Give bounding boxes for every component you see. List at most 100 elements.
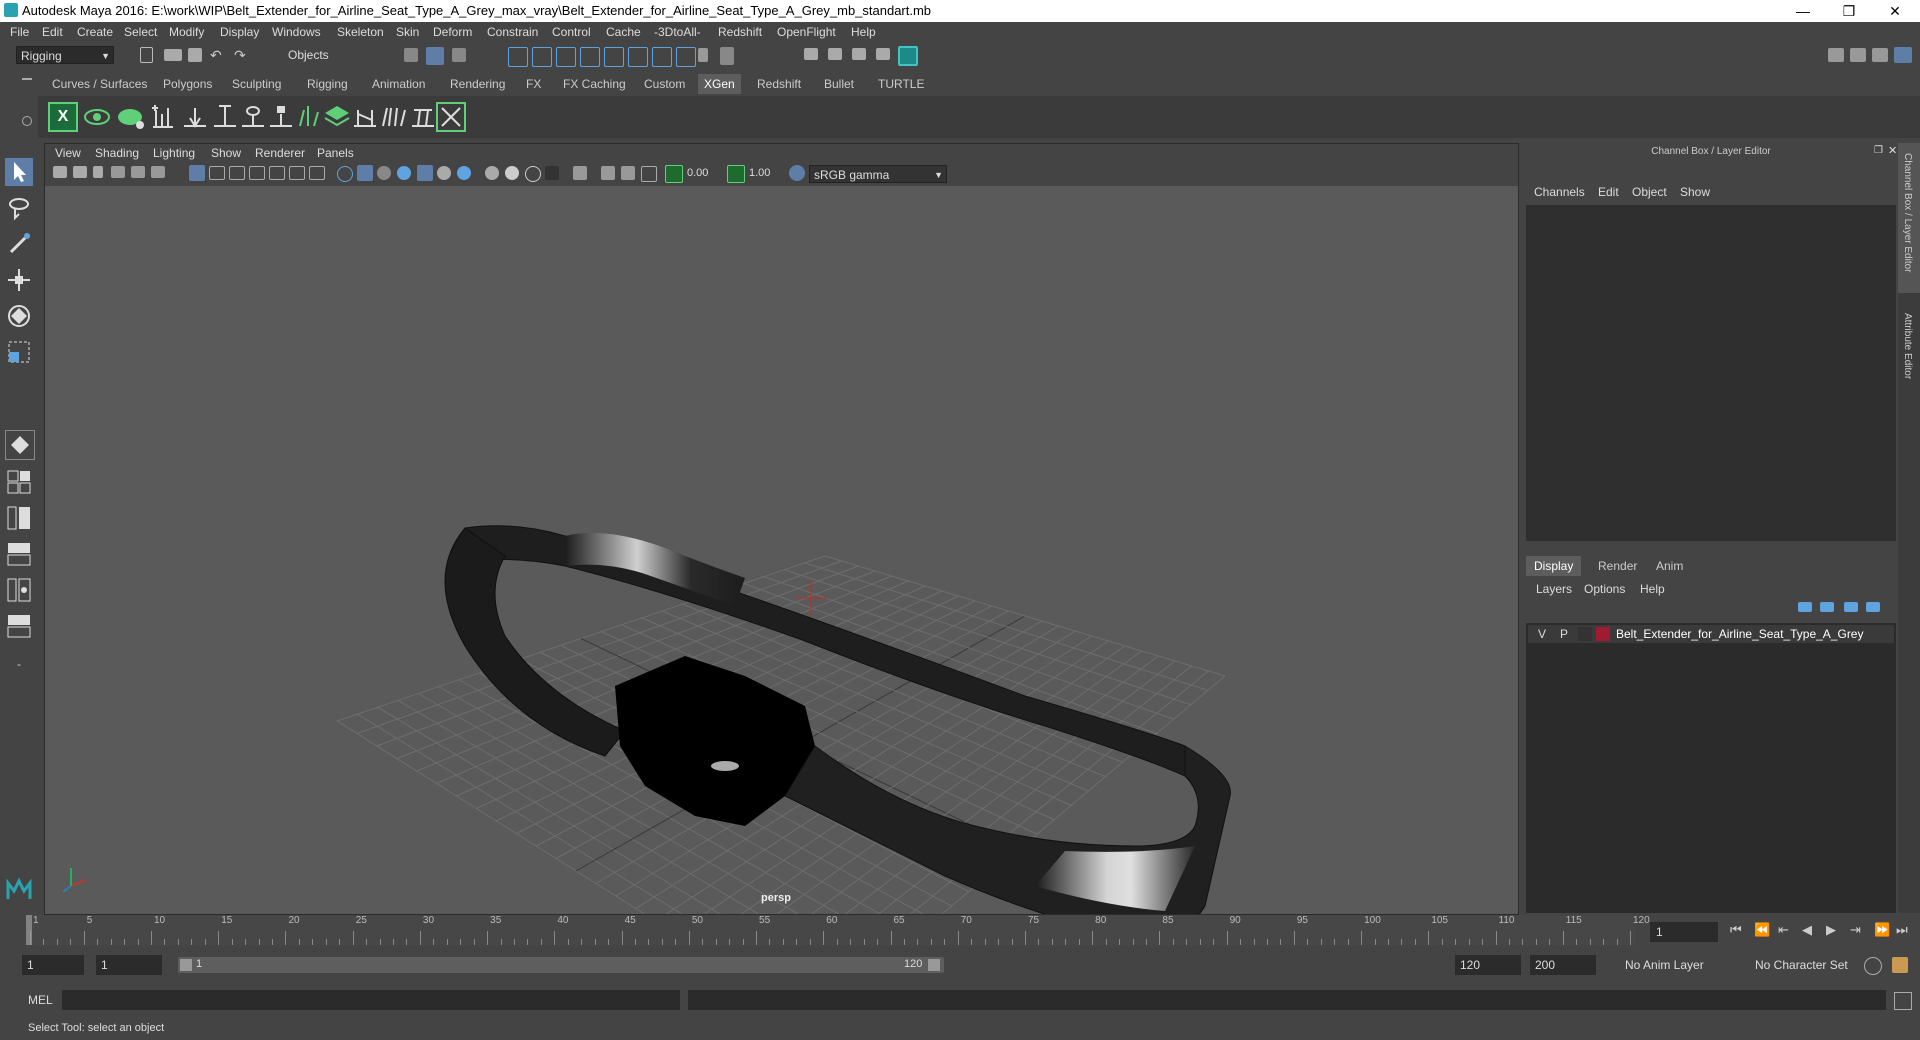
menu-control[interactable]: Control [552,25,591,39]
layer-menu-help[interactable]: Help [1640,582,1665,596]
layer-menu-layers[interactable]: Layers [1536,582,1572,596]
tab-fx-caching[interactable]: FX Caching [557,74,632,94]
paint-select-tool-icon[interactable] [5,230,33,258]
command-input[interactable] [62,990,680,1010]
viewport-menu-renderer[interactable]: Renderer [255,146,305,160]
xray-joints-icon[interactable] [621,166,635,180]
xgen-preview-icon[interactable] [82,102,112,132]
side-tab-channel-box[interactable]: Channel Box / Layer Editor [1898,143,1920,293]
layer-name[interactable]: Belt_Extender_for_Airline_Seat_Type_A_Gr… [1616,627,1863,641]
cb-menu-edit[interactable]: Edit [1598,185,1619,199]
menu-display[interactable]: Display [220,25,259,39]
shadows-icon[interactable] [457,166,471,180]
resolution-gate-icon[interactable] [229,166,245,180]
step-forward-key-icon[interactable]: ⏩ [1874,922,1890,938]
range-end-handle[interactable] [928,959,940,971]
tab-turtle[interactable]: TURTLE [872,74,930,94]
field-chart-icon[interactable] [269,166,285,180]
open-scene-icon[interactable] [164,49,182,61]
cb-menu-channels[interactable]: Channels [1534,185,1585,199]
menu-create[interactable]: Create [77,25,113,39]
tab-anim[interactable]: Anim [1648,556,1691,576]
select-hierarchy-icon[interactable] [404,48,418,62]
snap-curve-icon[interactable] [532,47,552,67]
modeling-toolkit-icon[interactable] [1828,48,1844,62]
minimize-button[interactable]: — [1780,0,1826,22]
snap-live-surface-icon[interactable] [604,47,624,67]
viewport-menu-panels[interactable]: Panels [317,146,354,160]
save-scene-icon[interactable] [188,48,202,62]
rotate-tool-icon[interactable] [5,302,33,330]
menu-file[interactable]: File [10,25,29,39]
tab-fx[interactable]: FX [520,74,547,94]
snap-icon[interactable] [628,47,648,67]
origin-manipulator[interactable] [795,581,827,616]
xgen-lock-guide-icon[interactable] [266,102,296,132]
wireframe-icon[interactable] [337,166,353,182]
construction-history-icon[interactable] [720,47,734,65]
2d-pan-zoom-icon[interactable] [131,166,145,178]
xgen-place-guide-icon[interactable] [180,102,210,132]
image-plane-icon[interactable] [111,166,125,178]
render-current-frame-icon[interactable] [804,48,818,60]
tab-rendering[interactable]: Rendering [444,74,511,94]
step-back-frame-icon[interactable]: ⇤ [1778,922,1789,938]
snap-together-icon[interactable] [652,47,672,67]
snap-grid-icon[interactable] [508,47,528,67]
script-language-toggle[interactable]: MEL [28,993,53,1007]
restore-button[interactable]: ❐ [1826,0,1872,22]
tab-xgen[interactable]: XGen [698,74,741,94]
range-slider[interactable]: 1 120 [178,957,944,973]
scene-canvas[interactable] [45,186,1518,914]
time-slider[interactable]: 1 5 10 15 20 25 30 35 40 45 50 55 60 65 70 75 80 85 90 95 10… [26,915,1650,945]
tab-animation[interactable]: Animation [366,74,431,94]
persp-graph-layout-icon[interactable] [5,540,33,568]
viewport-menu-lighting[interactable]: Lighting [153,146,195,160]
menuset-dropdown[interactable]: Rigging ▼ [16,46,114,64]
exposure-icon[interactable] [665,165,683,183]
xgen-convert-icon[interactable] [350,102,380,132]
new-layer-selected-icon[interactable] [1866,602,1880,612]
render-settings-icon[interactable] [852,48,866,60]
cb-menu-object[interactable]: Object [1632,185,1667,199]
xgen-add-guide-icon[interactable] [148,102,178,132]
script-editor-icon[interactable] [1894,992,1912,1010]
channel-list[interactable] [1526,205,1896,541]
snap-point-icon[interactable] [556,47,576,67]
maya-home-icon[interactable] [5,875,33,903]
new-empty-layer-icon[interactable] [1844,602,1858,612]
xray-components-icon[interactable] [641,166,657,182]
play-backwards-icon[interactable]: ◀ [1802,922,1812,938]
bookmark-icon[interactable] [93,166,103,178]
animation-end-field[interactable]: 200 [1530,955,1596,975]
auto-key-icon[interactable] [1864,957,1882,975]
xgen-interactive-groom-icon[interactable] [436,102,466,132]
tab-bullet[interactable]: Bullet [818,74,860,94]
tool-settings-toggle-icon[interactable] [1872,48,1888,62]
screen-space-ao-icon[interactable] [485,166,499,180]
current-time-marker[interactable] [26,915,32,945]
select-component-icon[interactable] [452,48,466,62]
snap-view-plane-icon[interactable] [580,47,600,67]
viewport-menu-view[interactable]: View [55,146,81,160]
menu-modify[interactable]: Modify [169,25,204,39]
isolate-select-icon[interactable] [573,166,587,180]
close-panel-icon[interactable]: ✕ [1888,144,1897,157]
layer-row[interactable]: V P Belt_Extender_for_Airline_Seat_Type_… [1528,625,1894,643]
exposure-value[interactable]: 0.00 [687,167,708,179]
xgen-guide-length-icon[interactable] [294,102,324,132]
gamma-value[interactable]: 1.00 [749,167,770,179]
smooth-shade-icon[interactable] [357,165,373,181]
four-view-layout-icon[interactable] [5,468,33,496]
tab-sculpting[interactable]: Sculpting [226,74,287,94]
menu-select[interactable]: Select [124,25,157,39]
menu-redshift[interactable]: Redshift [718,25,762,39]
select-camera-icon[interactable] [53,166,67,178]
tab-display[interactable]: Display [1526,556,1582,576]
float-panel-icon[interactable]: ❐ [1874,145,1883,156]
tab-curves-surfaces[interactable]: Curves / Surfaces [46,74,153,94]
layer-menu-options[interactable]: Options [1584,582,1625,596]
menu-windows[interactable]: Windows [272,25,321,39]
step-forward-frame-icon[interactable]: ⇥ [1850,922,1861,938]
redo-icon[interactable]: ↷ [234,47,252,65]
